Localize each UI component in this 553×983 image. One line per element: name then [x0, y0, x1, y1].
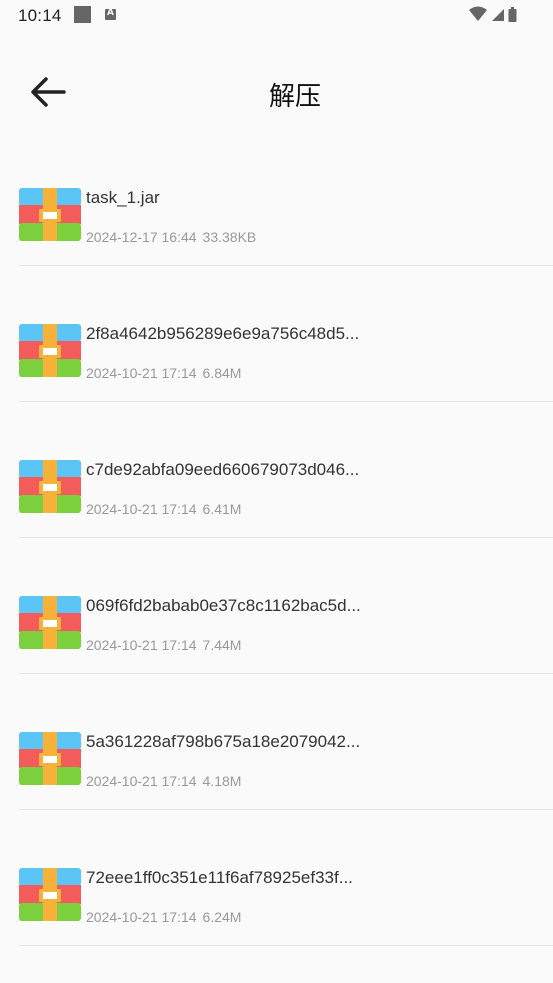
file-size: 33.38KB [202, 229, 257, 245]
status-icons [467, 5, 535, 25]
file-size: 6.24M [202, 909, 242, 925]
list-item[interactable]: 2f8a4642b956289e6e9a756c48d5... 2024-10-… [0, 286, 553, 422]
archive-icon [19, 324, 81, 377]
status-time: 10:14 [18, 6, 62, 25]
archive-icon [19, 460, 81, 513]
divider [19, 401, 553, 402]
file-date: 2024-10-21 17:14 [86, 637, 197, 653]
file-name: 72eee1ff0c351e11f6af78925ef33f... [86, 868, 353, 887]
file-list: task_1.jar 2024-12-17 16:44 33.38KB 2f8a4… [0, 150, 553, 966]
file-meta: 2024-10-21 17:14 6.24M [86, 909, 241, 925]
file-date: 2024-10-21 17:14 [86, 365, 197, 381]
list-item[interactable]: 5a361228af798b675a18e2079042... 2024-10-… [0, 694, 553, 830]
file-date: 2024-10-21 17:14 [86, 773, 197, 789]
page-title: 解压 [268, 81, 321, 111]
wifi-icon [469, 6, 487, 21]
status-bar: 10:14 [0, 0, 553, 32]
file-meta: 2024-12-17 16:44 33.38KB [86, 229, 256, 245]
file-date: 2024-12-17 16:44 [86, 229, 197, 245]
archive-icon [19, 868, 81, 921]
file-date: 2024-10-21 17:14 [86, 909, 197, 925]
divider [19, 673, 553, 674]
list-item[interactable]: 069f6fd2babab0e37c8c1162bac5d... 2024-10… [0, 558, 553, 694]
divider [19, 809, 553, 810]
file-name: 069f6fd2babab0e37c8c1162bac5d... [86, 596, 361, 615]
file-meta: 2024-10-21 17:14 6.84M [86, 365, 241, 381]
file-meta: 2024-10-21 17:14 6.41M [86, 501, 241, 517]
app-bar: 解压 [0, 32, 553, 152]
file-size: 7.44M [202, 637, 242, 653]
keyboard-icon [105, 8, 116, 20]
file-date: 2024-10-21 17:14 [86, 501, 197, 517]
list-item[interactable]: c7de92abfa09eed660679073d046... 2024-10-… [0, 422, 553, 558]
file-size: 4.18M [202, 773, 242, 789]
file-name: task_1.jar [86, 188, 160, 207]
archive-icon [19, 596, 81, 649]
list-item[interactable]: task_1.jar 2024-12-17 16:44 33.38KB [0, 150, 553, 286]
divider [19, 945, 553, 946]
archive-icon [19, 188, 81, 241]
file-size: 6.84M [202, 365, 242, 381]
divider [19, 265, 553, 266]
file-name: 2f8a4642b956289e6e9a756c48d5... [86, 324, 360, 343]
file-meta: 2024-10-21 17:14 7.44M [86, 637, 241, 653]
file-name: c7de92abfa09eed660679073d046... [86, 460, 360, 479]
file-name: 5a361228af798b675a18e2079042... [86, 732, 361, 751]
archive-icon [19, 732, 81, 785]
file-size: 6.41M [202, 501, 242, 517]
divider [19, 537, 553, 538]
battery-icon [508, 7, 517, 22]
file-meta: 2024-10-21 17:14 4.18M [86, 773, 241, 789]
list-item[interactable]: 72eee1ff0c351e11f6af78925ef33f... 2024-1… [0, 830, 553, 966]
notification-icon [74, 6, 91, 23]
signal-icon [492, 9, 504, 21]
